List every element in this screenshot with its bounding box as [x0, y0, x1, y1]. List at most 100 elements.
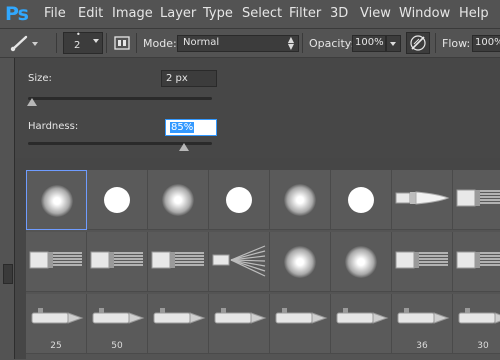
brush-preset-soft-round[interactable]	[270, 232, 331, 292]
brush-preset-fan-brush[interactable]	[209, 232, 270, 292]
brush-settings-area: Size: 2 px Hardness: 85%	[15, 58, 500, 158]
hard-round-brush-icon	[104, 187, 130, 213]
pressure-opacity-button[interactable]	[406, 32, 430, 54]
pencil-brush-icon	[397, 308, 450, 324]
brush-tool-icon[interactable]	[8, 34, 40, 55]
opacity-dropdown-button[interactable]	[386, 35, 401, 52]
separator	[302, 33, 303, 53]
separator	[56, 33, 57, 53]
size-field[interactable]: 2 px	[161, 70, 217, 87]
menu-image[interactable]: Image	[112, 6, 153, 21]
menu-filter[interactable]: Filter	[289, 6, 321, 21]
brush-preset-hard-round[interactable]	[331, 170, 392, 230]
opacity-field[interactable]: 100%	[352, 35, 386, 52]
brush-preset-soft-round[interactable]	[26, 170, 87, 230]
pencil-brush-icon	[336, 308, 389, 324]
flat-brush-brush-icon	[395, 251, 448, 269]
hardness-slider-handle[interactable]	[179, 143, 190, 151]
menu-window[interactable]: Window	[399, 6, 450, 21]
pencil-brush-icon	[31, 308, 84, 324]
mode-value: Normal	[183, 37, 220, 48]
brush-preset-flat-brush[interactable]	[392, 232, 453, 292]
menu-select[interactable]: Select	[242, 6, 282, 21]
soft-round-brush-icon	[345, 246, 377, 278]
brush-preset-soft-round[interactable]	[270, 170, 331, 230]
photoshop-logo: Ps	[5, 3, 29, 25]
opacity-label: Opacity:	[309, 37, 355, 50]
opacity-value: 100%	[355, 37, 384, 48]
brush-preset-pencil[interactable]	[209, 294, 270, 354]
brush-preset-flat-brush[interactable]	[453, 170, 500, 230]
brush-preset-pencil[interactable]	[331, 294, 392, 354]
soft-round-brush-icon	[41, 185, 73, 217]
brush-size-value: 2	[74, 40, 81, 51]
hard-round-brush-icon	[226, 187, 252, 213]
round-brush-brush-icon	[395, 191, 450, 205]
brush-size-label: 36	[416, 341, 428, 351]
brush-preset-flat-brush[interactable]	[148, 232, 209, 292]
hardness-value: 85%	[170, 122, 195, 133]
flat-brush-brush-icon	[151, 251, 204, 269]
flat-brush-brush-icon	[90, 251, 143, 269]
size-value: 2 px	[166, 73, 188, 84]
brush-preset-round-brush[interactable]	[392, 170, 453, 230]
hard-round-brush-icon	[348, 187, 374, 213]
brush-size-label: 50	[111, 341, 123, 351]
size-slider-handle[interactable]	[26, 98, 37, 106]
flow-field[interactable]: 100%	[472, 35, 500, 52]
flow-value: 100%	[475, 37, 500, 48]
chevron-down-icon	[93, 39, 99, 43]
mode-select[interactable]: Normal ▲ ▼	[177, 35, 299, 52]
menu-help[interactable]: Help	[459, 6, 489, 21]
menu-view[interactable]: View	[360, 6, 391, 21]
brush-preset-pencil[interactable]	[148, 294, 209, 354]
brush-dot-icon: •	[76, 30, 81, 39]
options-bar: • 2 Mode: Normal ▲ ▼ Opacity: 100% Flow: …	[0, 29, 500, 58]
brush-size-label: 25	[50, 341, 62, 351]
size-slider-track[interactable]	[28, 97, 212, 100]
brush-preset-pencil[interactable]: 36	[392, 294, 453, 354]
brush-size-label: 30	[477, 341, 489, 351]
brush-preset-hard-round[interactable]	[87, 170, 148, 230]
flat-brush-brush-icon	[456, 251, 500, 269]
brush-preset-picker-panel: Size: 2 px Hardness: 85% 25 50 36 30	[14, 58, 500, 360]
flat-brush-brush-icon	[29, 251, 82, 269]
menu-type[interactable]: Type	[203, 6, 233, 21]
brush-preset-pencil[interactable]	[270, 294, 331, 354]
toolbar-strip	[0, 58, 14, 359]
brush-preset-soft-round[interactable]	[331, 232, 392, 292]
brush-preset-flat-brush[interactable]	[26, 232, 87, 292]
brush-panel-toggle-icon[interactable]	[113, 34, 131, 55]
flat-brush-brush-icon	[456, 189, 500, 207]
menu-3d[interactable]: 3D	[330, 6, 348, 21]
brush-preset-soft-round[interactable]	[148, 170, 209, 230]
pencil-brush-icon	[214, 308, 267, 324]
pen-pressure-icon	[410, 35, 426, 51]
menu-layer[interactable]: Layer	[160, 6, 196, 21]
tool-button[interactable]	[3, 264, 13, 284]
brush-preset-flat-brush[interactable]	[87, 232, 148, 292]
fan-brush-brush-icon	[212, 245, 266, 277]
brush-preset-hard-round[interactable]	[209, 170, 270, 230]
separator	[435, 33, 436, 53]
pencil-brush-icon	[458, 308, 500, 324]
soft-round-brush-icon	[284, 246, 316, 278]
menu-file[interactable]: File	[44, 6, 66, 21]
brush-preset-pencil[interactable]: 30	[453, 294, 500, 354]
chevron-down-icon	[390, 42, 396, 46]
hardness-field[interactable]: 85%	[165, 119, 217, 136]
soft-round-brush-icon	[284, 184, 316, 216]
mode-label: Mode:	[143, 37, 177, 50]
menu-edit[interactable]: Edit	[78, 6, 103, 21]
brush-preset-flat-brush[interactable]	[453, 232, 500, 292]
brush-preset-pencil[interactable]: 50	[87, 294, 148, 354]
separator	[106, 33, 107, 53]
pencil-brush-icon	[275, 308, 328, 324]
soft-round-brush-icon	[162, 184, 194, 216]
brush-preset-pencil[interactable]: 25	[26, 294, 87, 354]
updown-arrows-icon: ▲ ▼	[287, 35, 294, 51]
menu-bar: Ps File Edit Image Layer Type Select Fil…	[0, 0, 500, 29]
size-label: Size:	[28, 73, 52, 84]
brush-preset-picker[interactable]: • 2	[63, 30, 103, 54]
hardness-label: Hardness:	[28, 121, 79, 132]
